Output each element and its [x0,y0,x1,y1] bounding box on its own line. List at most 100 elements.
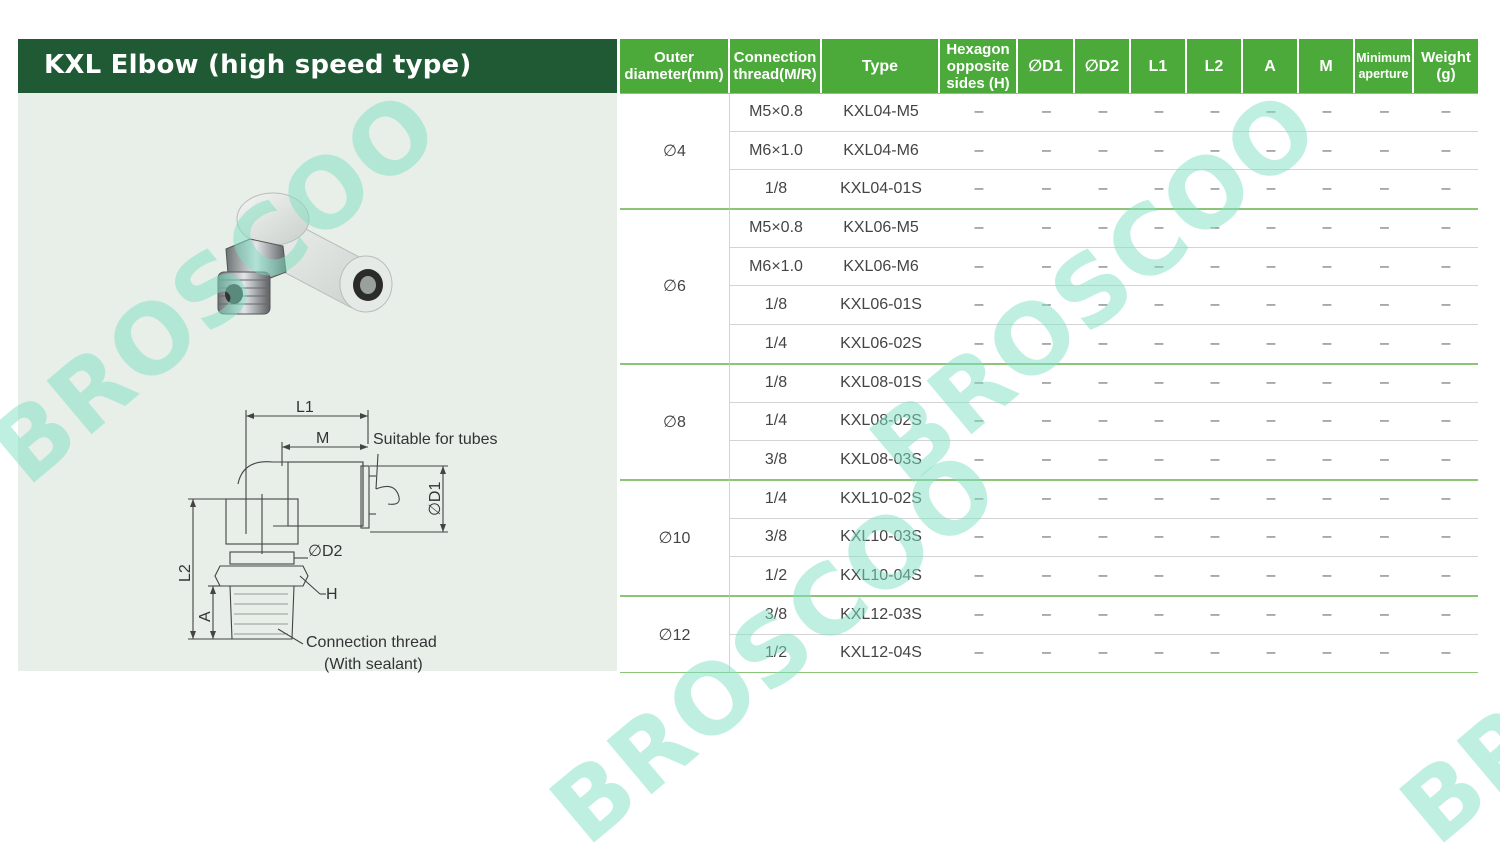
cell-value: – [1299,557,1355,596]
cell-connection-thread: 3/8 [730,441,822,480]
cell-value: – [1243,519,1299,558]
cell-value: – [1187,325,1243,364]
cell-value: – [1414,248,1478,287]
cell-connection-thread: 1/2 [730,635,822,674]
label-connection-thread: Connection thread [306,634,437,651]
page-title: KXL Elbow (high speed type) [44,50,472,80]
cell-value: – [1355,325,1414,364]
cell-value: – [1414,441,1478,480]
cell-value: – [1243,441,1299,480]
cell-value: – [1075,479,1131,519]
header-text: ∅D2 [1084,57,1120,75]
cell-value: – [1131,363,1187,403]
table-row: M6×1.0 KXL06-M6– – – – – – – – – [620,248,1478,287]
cell-connection-thread: 3/8 [730,595,822,635]
cell-connection-thread: 1/4 [730,325,822,364]
table-header-row: Outer diameter(mm) Connection thread(M/R) Ty… [620,39,1478,93]
cell-value: – [1299,286,1355,326]
table-row: ∅8 1/8 KXL08-01S – – – – – – – – – [620,363,1478,480]
cell-value: – [1131,209,1187,248]
cell-value: – [1414,363,1478,403]
cell-value: – [1299,479,1355,519]
header-text: Type [861,57,899,75]
cell-value: – [1131,635,1187,674]
cell-value: – [1018,132,1075,171]
cell-value: – [1075,325,1131,364]
cell-value: – [940,557,1018,596]
cell-value: – [1355,248,1414,287]
cell-value: – [1187,441,1243,480]
cell-type: KXL06-M6 [822,248,940,287]
header-text: opposite [946,57,1010,75]
header-text: Connection [733,49,817,66]
label-l2: L2 [177,564,194,582]
cell-value: – [1299,93,1355,132]
cell-value: – [1414,635,1478,674]
cell-value: – [1299,363,1355,403]
label-suitable-for-tubes: Suitable for tubes [373,431,498,448]
cell-value: – [940,403,1018,442]
cell-value: – [1243,325,1299,364]
cell-type: KXL04-M5 [822,93,940,132]
label-m: M [316,430,329,447]
cell-value: – [1018,286,1075,326]
cell-type: KXL12-04S [822,635,940,674]
cell-value: – [1243,363,1299,403]
header-weight: Weight (g) [1414,39,1478,93]
cell-value: – [940,635,1018,674]
header-d2: ∅D2 [1075,39,1131,93]
cell-value: – [1131,286,1187,326]
cell-connection-thread: 1/4 [730,403,822,442]
cell-value: – [1075,248,1131,287]
cell-value: – [1187,363,1243,403]
cell-value: – [1414,170,1478,210]
cell-value: – [1355,209,1414,248]
table-body: ∅4 M5×0.8 KXL04-M5– – – – – – – – – M6×1.0 KXL04-M6–… [620,93,1478,674]
header-text: ∅D1 [1028,57,1063,75]
cell-value: – [1131,479,1187,519]
cell-value: – [1355,441,1414,480]
header-minimum-aperture: Minimum aperture [1355,39,1414,93]
cell-value: – [1355,519,1414,558]
cell-value: – [1131,403,1187,442]
table-row: 1/4 KXL06-02S – – – – – – – – – [620,325,1478,364]
header-outer-diameter: Outer diameter(mm) [620,39,730,93]
cell-outer-diameter: ∅4 [620,93,730,210]
cell-value: – [1355,286,1414,326]
cell-value: – [1187,132,1243,171]
cell-connection-thread: 1/8 [730,286,822,326]
cell-value: – [1243,93,1299,132]
table-row: 3/8 KXL10-03S – – – – – – – – – [620,519,1478,558]
header-text: Weight [1421,49,1471,66]
cell-value: – [1075,286,1131,326]
header-l2: L2 [1187,39,1243,93]
header-d1: ∅D1 [1018,39,1075,93]
cell-value: – [1243,557,1299,596]
cell-value: – [1243,170,1299,210]
cell-type: KXL10-03S [822,519,940,558]
cell-value: – [1414,519,1478,558]
cell-value: – [1243,403,1299,442]
cell-value: – [1131,519,1187,558]
cell-value: – [1075,403,1131,442]
cell-outer-diameter: ∅12 [620,595,730,674]
header-a: A [1243,39,1299,93]
cell-value: – [1075,132,1131,171]
cell-value: – [1243,595,1299,635]
cell-value: – [1075,363,1131,403]
product-panel: KXL Elbow (high speed type) L1 M Suitabl… [18,39,617,673]
cell-value: – [940,248,1018,287]
cell-type: KXL08-03S [822,441,940,480]
cell-value: – [1131,557,1187,596]
cell-value: – [940,286,1018,326]
cell-value: – [1355,479,1414,519]
label-h: H [326,586,338,603]
cell-value: – [1187,479,1243,519]
cell-value: – [1243,209,1299,248]
cell-connection-thread: M5×0.8 [730,209,822,248]
header-connection-thread: Connection thread(M/R) [730,39,822,93]
cell-value: – [940,363,1018,403]
header-hexagon-opposite-sides: Hexagon opposite sides (H) [940,39,1018,93]
cell-type: KXL04-01S [822,170,940,210]
cell-value: – [940,595,1018,635]
